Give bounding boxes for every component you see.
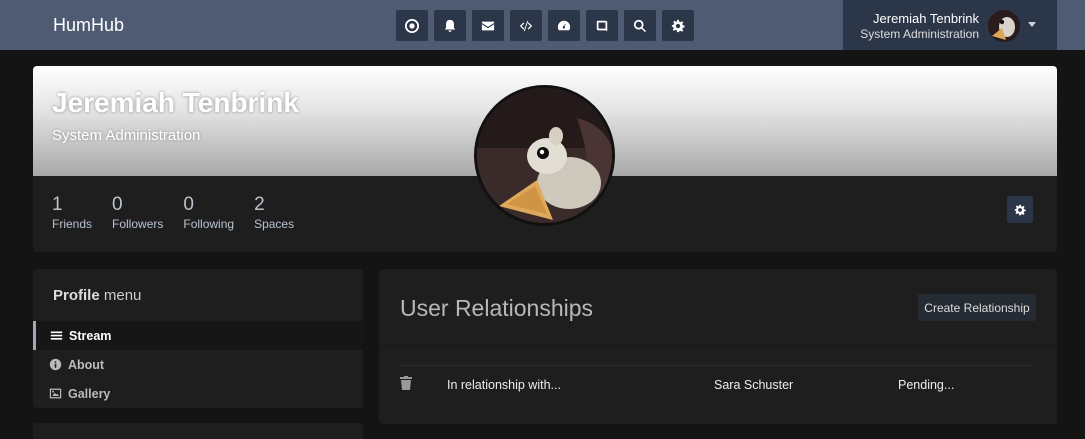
profile-name: Jeremiah Tenbrink xyxy=(52,87,299,118)
dashboard-button[interactable] xyxy=(396,10,428,41)
profile-menu-heading: Profile menu xyxy=(33,269,363,321)
secondary-sidebar-panel xyxy=(33,423,363,439)
nav-icon-group xyxy=(396,10,694,41)
trash-icon xyxy=(400,376,412,390)
relationship-type: In relationship with... xyxy=(447,378,561,392)
divider xyxy=(379,345,1057,346)
heading-bold: Profile xyxy=(53,287,100,304)
stat-value: 0 xyxy=(183,194,194,215)
stat-value: 2 xyxy=(254,194,265,215)
directory-button[interactable] xyxy=(586,10,618,41)
search-button[interactable] xyxy=(624,10,656,41)
stat-value: 1 xyxy=(52,194,63,215)
info-icon xyxy=(49,358,62,371)
bars-icon xyxy=(50,331,63,340)
sidebar-item-about[interactable]: About xyxy=(33,350,363,379)
settings-icon xyxy=(671,19,685,32)
dashboard-gauge-button[interactable] xyxy=(548,10,580,41)
table-row: In relationship with... Sara Schuster Pe… xyxy=(399,365,1035,403)
page-title: User Relationships xyxy=(400,295,594,321)
messages-button[interactable] xyxy=(472,10,504,41)
delete-button[interactable] xyxy=(400,376,412,390)
avatar xyxy=(988,10,1020,42)
gear-icon xyxy=(1014,204,1026,215)
create-relationship-button[interactable]: Create Relationship xyxy=(918,294,1036,321)
sidebar-item-label: Stream xyxy=(69,328,112,343)
stat-spaces[interactable]: 2 Spaces xyxy=(254,194,294,231)
stat-friends[interactable]: 1 Friends xyxy=(52,194,92,231)
sidebar-item-stream[interactable]: Stream xyxy=(33,321,363,350)
heading-rest: menu xyxy=(99,287,142,304)
book-icon xyxy=(596,20,608,31)
user-name: Jeremiah Tenbrink xyxy=(873,11,979,26)
user-role: System Administration xyxy=(860,27,979,41)
status-badge: Pending... xyxy=(898,378,955,392)
dashboard-icon xyxy=(405,18,419,33)
tachometer-icon xyxy=(557,20,571,30)
stat-label: Following xyxy=(183,217,235,231)
notifications-button[interactable] xyxy=(434,10,466,41)
stat-following[interactable]: 0 Following xyxy=(183,194,234,231)
sidebar-item-gallery[interactable]: Gallery xyxy=(33,379,363,408)
brand-logo[interactable]: HumHub xyxy=(53,15,124,36)
stat-followers[interactable]: 0 Followers xyxy=(112,194,163,231)
sidebar-item-label: Gallery xyxy=(68,386,111,401)
profile-header: Jeremiah Tenbrink System Administration … xyxy=(33,66,1057,252)
envelope-icon xyxy=(481,21,495,30)
code-icon xyxy=(519,20,533,31)
settings-button[interactable] xyxy=(662,10,694,41)
profile-avatar[interactable] xyxy=(474,85,615,226)
image-icon xyxy=(49,388,62,399)
top-navigation-bar: HumHub Jeremiah Tenbrink System Administ… xyxy=(0,0,1085,50)
stat-value: 0 xyxy=(112,194,123,215)
user-account-menu[interactable]: Jeremiah Tenbrink System Administration xyxy=(843,0,1057,50)
bell-icon xyxy=(444,19,456,32)
search-icon xyxy=(633,19,647,32)
profile-settings-button[interactable] xyxy=(1007,196,1033,223)
sidebar-item-label: About xyxy=(68,357,105,372)
stat-label: Friends xyxy=(52,217,93,231)
profile-menu-panel: Profile menu Stream About Gallery xyxy=(33,269,363,408)
relationships-panel: User Relationships Create Relationship I… xyxy=(379,269,1057,424)
stat-label: Spaces xyxy=(254,217,295,231)
relationship-person[interactable]: Sara Schuster xyxy=(714,378,793,392)
chevron-down-icon xyxy=(1028,22,1036,27)
profile-stats: 1 Friends 0 Followers 0 Following 2 Spac… xyxy=(52,194,314,231)
stat-label: Followers xyxy=(112,217,164,231)
code-button[interactable] xyxy=(510,10,542,41)
profile-title: System Administration xyxy=(52,127,201,144)
